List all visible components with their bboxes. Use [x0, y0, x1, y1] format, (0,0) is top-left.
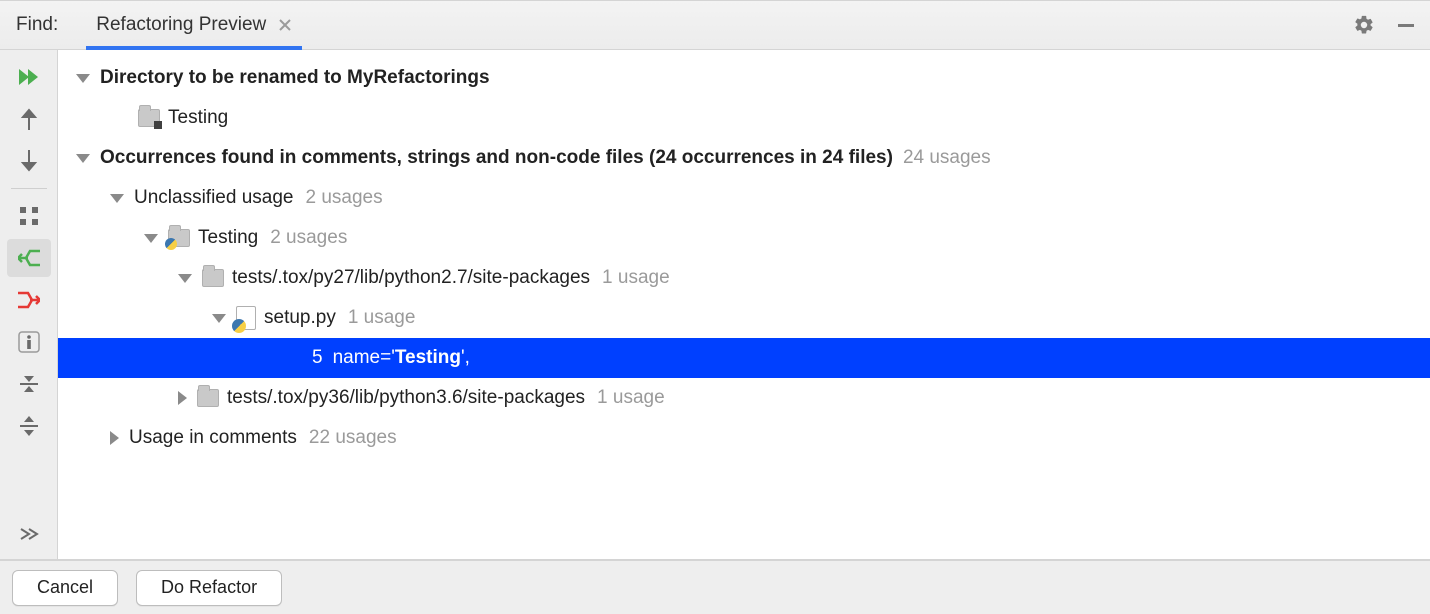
- usage-in-comments-node[interactable]: Usage in comments 22 usages: [58, 418, 1430, 458]
- prev-occurrence-button[interactable]: [7, 100, 51, 138]
- disclosure-triangle-icon[interactable]: [178, 391, 187, 405]
- unclassified-label: Unclassified usage: [134, 187, 293, 209]
- python-module-icon: [168, 229, 190, 247]
- usage-in-comments-label: Usage in comments: [129, 427, 297, 449]
- disclosure-triangle-icon[interactable]: [212, 314, 226, 323]
- py36-path-label: tests/.tox/py36/lib/python3.6/site-packa…: [227, 387, 585, 409]
- python-file-icon: [236, 306, 256, 330]
- minimize-panel-button[interactable]: [1392, 11, 1420, 39]
- cancel-button[interactable]: Cancel: [12, 570, 118, 606]
- refactoring-tree[interactable]: Directory to be renamed to MyRefactoring…: [58, 50, 1430, 559]
- collapse-all-button[interactable]: [7, 365, 51, 403]
- outgoing-changes-button[interactable]: [7, 281, 51, 319]
- setup-py-label: setup.py: [264, 307, 336, 329]
- expand-all-button[interactable]: [7, 407, 51, 445]
- setup-py-file-node[interactable]: setup.py 1 usage: [58, 298, 1430, 338]
- rename-target-node[interactable]: Testing: [58, 98, 1430, 138]
- find-panel-header: Find: Refactoring Preview: [0, 0, 1430, 50]
- py27-count: 1 usage: [602, 267, 670, 289]
- find-label: Find:: [16, 14, 58, 36]
- code-prefix: name=': [333, 347, 395, 369]
- code-suffix: ',: [461, 347, 470, 369]
- incoming-changes-button[interactable]: [7, 239, 51, 277]
- separator: [11, 188, 47, 189]
- py36-count: 1 usage: [597, 387, 665, 409]
- next-occurrence-button[interactable]: [7, 142, 51, 180]
- usage-in-comments-count: 22 usages: [309, 427, 397, 449]
- rerun-button[interactable]: [7, 58, 51, 96]
- code-match: Testing: [395, 347, 461, 369]
- occurrences-header-label: Occurrences found in comments, strings a…: [100, 147, 893, 169]
- do-refactor-button[interactable]: Do Refactor: [136, 570, 282, 606]
- disclosure-triangle-icon[interactable]: [144, 234, 158, 243]
- footer-bar: Cancel Do Refactor: [0, 560, 1430, 614]
- occurrences-root-node[interactable]: Occurrences found in comments, strings a…: [58, 138, 1430, 178]
- rename-target-label: Testing: [168, 107, 228, 129]
- testing-module-count: 2 usages: [270, 227, 347, 249]
- line-number: 5: [312, 347, 323, 369]
- code-occurrence-row[interactable]: 5 name='Testing',: [58, 338, 1430, 378]
- testing-module-label: Testing: [198, 227, 258, 249]
- folder-icon: [197, 389, 219, 407]
- unclassified-usage-node[interactable]: Unclassified usage 2 usages: [58, 178, 1430, 218]
- group-by-button[interactable]: [7, 197, 51, 235]
- disclosure-triangle-icon[interactable]: [76, 154, 90, 163]
- tab-label: Refactoring Preview: [96, 14, 266, 36]
- rename-root-node[interactable]: Directory to be renamed to MyRefactoring…: [58, 58, 1430, 98]
- setup-py-count: 1 usage: [348, 307, 416, 329]
- close-tab-icon[interactable]: [278, 18, 292, 32]
- side-toolbar: [0, 50, 58, 559]
- disclosure-triangle-icon[interactable]: [178, 274, 192, 283]
- content-area: Directory to be renamed to MyRefactoring…: [0, 50, 1430, 560]
- settings-button[interactable]: [1350, 11, 1378, 39]
- disclosure-triangle-icon[interactable]: [110, 431, 119, 445]
- tab-refactoring-preview[interactable]: Refactoring Preview: [86, 1, 302, 49]
- folder-icon: [202, 269, 224, 287]
- disclosure-triangle-icon[interactable]: [110, 194, 124, 203]
- disclosure-triangle-icon[interactable]: [76, 74, 90, 83]
- py27-folder-node[interactable]: tests/.tox/py27/lib/python2.7/site-packa…: [58, 258, 1430, 298]
- info-button[interactable]: [7, 323, 51, 361]
- rename-header-label: Directory to be renamed to MyRefactoring…: [100, 67, 490, 89]
- unclassified-count: 2 usages: [305, 187, 382, 209]
- py36-folder-node[interactable]: tests/.tox/py36/lib/python3.6/site-packa…: [58, 378, 1430, 418]
- directory-icon: [138, 109, 160, 127]
- occurrences-usages-count: 24 usages: [903, 147, 991, 169]
- py27-path-label: tests/.tox/py27/lib/python2.7/site-packa…: [232, 267, 590, 289]
- more-tools-button[interactable]: [7, 515, 51, 553]
- testing-module-node[interactable]: Testing 2 usages: [58, 218, 1430, 258]
